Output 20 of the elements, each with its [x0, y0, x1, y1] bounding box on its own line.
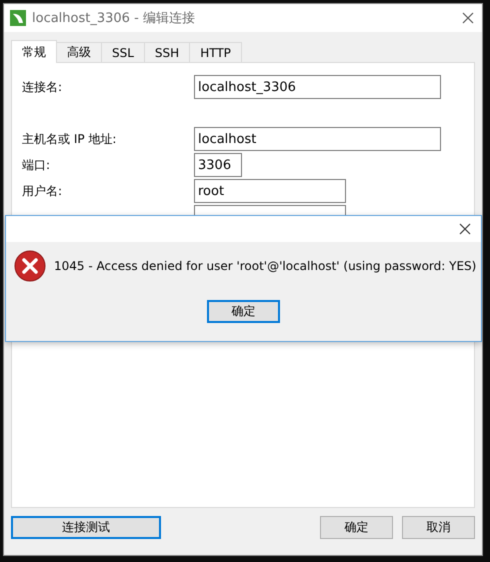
field-label: 连接名: — [22, 78, 64, 96]
ok-button[interactable]: 确定 — [207, 300, 280, 323]
field-label: 主机名或 IP 地址: — [22, 130, 118, 148]
window-title: localhost_3306 - 编辑连接 — [32, 10, 196, 27]
field-label: 用户名: — [22, 182, 64, 200]
error-message: 1045 - Access denied for user 'root'@'localhost' (using password: YES) — [54, 259, 476, 273]
input-field[interactable]: root — [194, 179, 346, 203]
dialog-button[interactable]: 连接测试 — [11, 516, 161, 539]
input-field[interactable]: 3306 — [194, 153, 242, 177]
dialog-button[interactable]: 取消 — [402, 516, 475, 539]
close-icon[interactable] — [459, 223, 471, 235]
input-field[interactable]: localhost — [194, 127, 441, 151]
field-label: 端口: — [22, 156, 52, 174]
dialog-button[interactable]: 确定 — [320, 516, 393, 539]
tab[interactable]: HTTP — [189, 42, 242, 62]
app-logo-icon — [10, 10, 26, 26]
input-field[interactable]: localhost_3306 — [194, 75, 441, 99]
close-icon[interactable] — [462, 12, 474, 24]
error-icon — [14, 250, 46, 282]
tab[interactable]: 常规 — [11, 40, 57, 63]
